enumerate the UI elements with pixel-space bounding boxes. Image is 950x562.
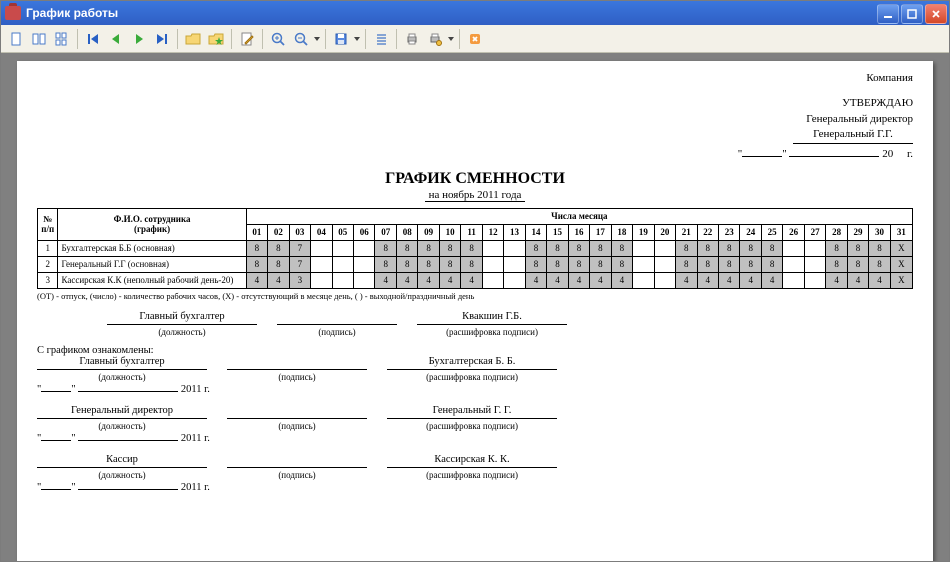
- list-icon[interactable]: [370, 28, 392, 50]
- table-legend: (ОТ) - отпуск, (число) - количество рабо…: [37, 291, 913, 301]
- sig-date: "" 2011 г.: [37, 433, 913, 444]
- day-header: 13: [504, 224, 525, 240]
- toolbar: [1, 25, 949, 53]
- content-area: Компания УТВЕРЖДАЮ Генеральный директор …: [1, 53, 949, 561]
- approver-position: Генеральный директор: [37, 112, 913, 127]
- day-header: 18: [611, 224, 632, 240]
- approver-name: Генеральный Г.Г.: [793, 127, 913, 143]
- sig-role: Главный бухгалтер: [37, 356, 207, 370]
- familiar-label: С графиком ознакомлены:: [37, 345, 913, 356]
- day-header: 22: [697, 224, 718, 240]
- day-header: 08: [396, 224, 417, 240]
- document-page: Компания УТВЕРЖДАЮ Генеральный директор …: [17, 61, 933, 561]
- table-row: 2Генеральный Г.Г (основная)8878888888888…: [38, 256, 913, 272]
- single-page-icon[interactable]: [5, 28, 27, 50]
- close-preview-icon[interactable]: [464, 28, 486, 50]
- prev-page-icon[interactable]: [105, 28, 127, 50]
- day-header: 31: [890, 224, 912, 240]
- document-title: ГРАФИК СМЕННОСТИ: [37, 170, 913, 188]
- schedule-table: № п/п Ф.И.О. сотрудника(график) Числа ме…: [37, 208, 913, 289]
- folder-star-icon[interactable]: [205, 28, 227, 50]
- day-header: 07: [375, 224, 396, 240]
- titlebar: График работы: [1, 1, 949, 25]
- day-header: 30: [869, 224, 890, 240]
- zoom-in-icon[interactable]: [267, 28, 289, 50]
- day-header: 01: [246, 224, 267, 240]
- table-row: 3Кассирская К.К (неполный рабочий день-2…: [38, 272, 913, 288]
- next-page-icon[interactable]: [128, 28, 150, 50]
- main-sig-role: Главный бухгалтер: [107, 311, 257, 325]
- day-header: 24: [740, 224, 761, 240]
- two-page-icon[interactable]: [28, 28, 50, 50]
- day-header: 02: [268, 224, 289, 240]
- day-header: 17: [590, 224, 611, 240]
- day-header: 05: [332, 224, 353, 240]
- last-page-icon[interactable]: [151, 28, 173, 50]
- print-dropdown[interactable]: [447, 37, 455, 41]
- save-dropdown[interactable]: [353, 37, 361, 41]
- zoom-dropdown[interactable]: [313, 37, 321, 41]
- save-icon[interactable]: [330, 28, 352, 50]
- company-name: Компания: [37, 71, 913, 86]
- day-header: 10: [439, 224, 460, 240]
- zoom-out-icon[interactable]: [290, 28, 312, 50]
- sig-name: Бухгалтерская Б. Б.: [387, 356, 557, 370]
- approval-date: "" 20 г.: [37, 147, 913, 162]
- document-subtitle: на ноябрь 2011 года: [425, 189, 526, 202]
- day-header: 16: [568, 224, 589, 240]
- main-sig-name: Квакшин Г.Б.: [417, 311, 567, 325]
- day-header: 12: [482, 224, 503, 240]
- col-days-header: Числа месяца: [246, 208, 912, 224]
- multi-page-icon[interactable]: [51, 28, 73, 50]
- day-header: 09: [418, 224, 439, 240]
- print-settings-icon[interactable]: [424, 28, 446, 50]
- maximize-button[interactable]: [901, 4, 923, 24]
- day-header: 15: [547, 224, 568, 240]
- sig-role: Генеральный директор: [37, 405, 207, 419]
- sig-sign: [227, 454, 367, 468]
- app-icon: [5, 6, 21, 20]
- day-header: 29: [847, 224, 868, 240]
- approve-label: УТВЕРЖДАЮ: [37, 96, 913, 111]
- sig-name: Генеральный Г. Г.: [387, 405, 557, 419]
- folder-icon[interactable]: [182, 28, 204, 50]
- sig-name: Кассирская К. К.: [387, 454, 557, 468]
- day-header: 06: [354, 224, 375, 240]
- day-header: 23: [718, 224, 739, 240]
- main-sig-sign: [277, 311, 397, 325]
- day-header: 21: [676, 224, 697, 240]
- table-row: 1Бухгалтерская Б.Б (основная)88788888888…: [38, 240, 913, 256]
- print-icon[interactable]: [401, 28, 423, 50]
- first-page-icon[interactable]: [82, 28, 104, 50]
- day-header: 25: [761, 224, 782, 240]
- day-header: 14: [525, 224, 546, 240]
- day-header: 03: [289, 224, 310, 240]
- day-header: 11: [461, 224, 482, 240]
- day-header: 28: [826, 224, 847, 240]
- minimize-button[interactable]: [877, 4, 899, 24]
- sig-date: "" 2011 г.: [37, 482, 913, 493]
- sig-sign: [227, 356, 367, 370]
- close-button[interactable]: [925, 4, 947, 24]
- sig-role: Кассир: [37, 454, 207, 468]
- day-header: 26: [783, 224, 804, 240]
- day-header: 19: [633, 224, 654, 240]
- window-title: График работы: [26, 6, 118, 20]
- sig-sign: [227, 405, 367, 419]
- sig-date: "" 2011 г.: [37, 384, 913, 395]
- app-window: График работы: [0, 0, 950, 562]
- col-employee: Ф.И.О. сотрудника(график): [58, 208, 246, 240]
- day-header: 27: [804, 224, 825, 240]
- day-header: 20: [654, 224, 675, 240]
- col-number: № п/п: [38, 208, 58, 240]
- edit-icon[interactable]: [236, 28, 258, 50]
- day-header: 04: [311, 224, 332, 240]
